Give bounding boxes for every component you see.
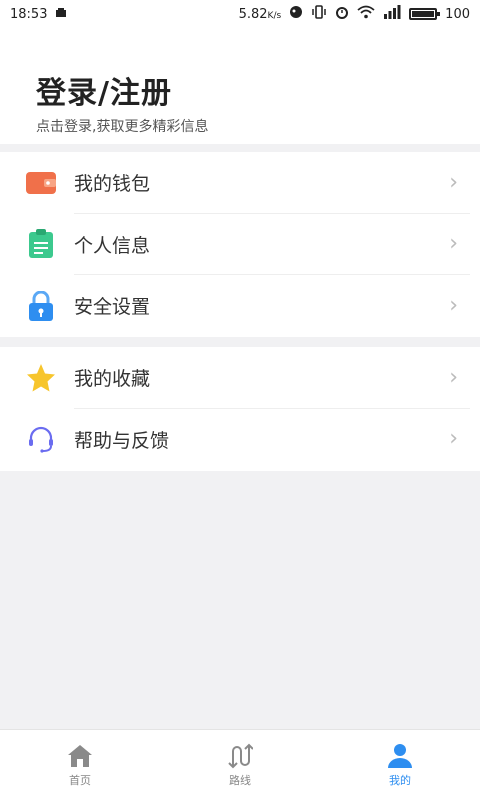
- wallet-icon: [26, 168, 56, 198]
- star-icon: [26, 363, 56, 393]
- chevron-right-icon: ›: [449, 292, 458, 318]
- menu-item-personal-info[interactable]: 个人信息 ›: [0, 214, 480, 275]
- lock-icon: [26, 290, 56, 321]
- nav-label: 路线: [229, 773, 251, 787]
- chevron-right-icon: ›: [449, 169, 458, 195]
- login-header[interactable]: 登录/注册 点击登录,获取更多精彩信息: [0, 28, 480, 144]
- nav-home[interactable]: 首页: [0, 730, 160, 800]
- battery-icon: [409, 8, 441, 20]
- status-bar: 18:53 5.82K/s 100: [0, 0, 480, 28]
- home-icon: [67, 743, 93, 769]
- page-subtitle: 点击登录,获取更多精彩信息: [36, 119, 209, 135]
- notification-icon: [55, 7, 67, 22]
- menu-group-more: 我的收藏 › 帮助与反馈 ›: [0, 347, 480, 471]
- bottom-nav: 首页 路线 我的: [0, 729, 480, 800]
- menu-item-security[interactable]: 安全设置 ›: [0, 275, 480, 337]
- menu-item-wallet[interactable]: 我的钱包 ›: [0, 152, 480, 214]
- menu-item-help-feedback[interactable]: 帮助与反馈 ›: [0, 409, 480, 471]
- menu-label: 我的钱包: [74, 173, 151, 196]
- route-icon: [227, 743, 253, 769]
- menu-label: 个人信息: [74, 234, 151, 257]
- nav-label: 我的: [389, 773, 411, 787]
- battery-level: 100: [445, 6, 470, 22]
- menu-label: 帮助与反馈: [74, 429, 170, 452]
- id-card-icon: [26, 229, 56, 259]
- nav-label: 首页: [69, 773, 91, 787]
- headset-icon: [26, 424, 56, 454]
- page-title[interactable]: 登录/注册: [36, 68, 172, 112]
- status-time: 18:53: [10, 6, 48, 22]
- chevron-right-icon: ›: [449, 231, 458, 257]
- user-icon: [387, 743, 413, 769]
- nav-route[interactable]: 路线: [160, 730, 320, 800]
- signal-icon: [383, 5, 401, 23]
- network-speed: 5.82K/s: [238, 6, 282, 22]
- alarm-icon: [335, 5, 349, 23]
- menu-item-favorites[interactable]: 我的收藏 ›: [0, 347, 480, 409]
- menu-group-account: 我的钱包 › 个人信息 › 安全设置 ›: [0, 152, 480, 337]
- menu-label: 安全设置: [74, 296, 151, 319]
- chevron-right-icon: ›: [449, 426, 458, 452]
- app-notification-icon: [289, 5, 303, 23]
- chevron-right-icon: ›: [449, 364, 458, 390]
- wifi-icon: [357, 5, 375, 23]
- menu-label: 我的收藏: [74, 368, 151, 391]
- vibrate-icon: [311, 5, 327, 23]
- nav-mine[interactable]: 我的: [320, 730, 480, 800]
